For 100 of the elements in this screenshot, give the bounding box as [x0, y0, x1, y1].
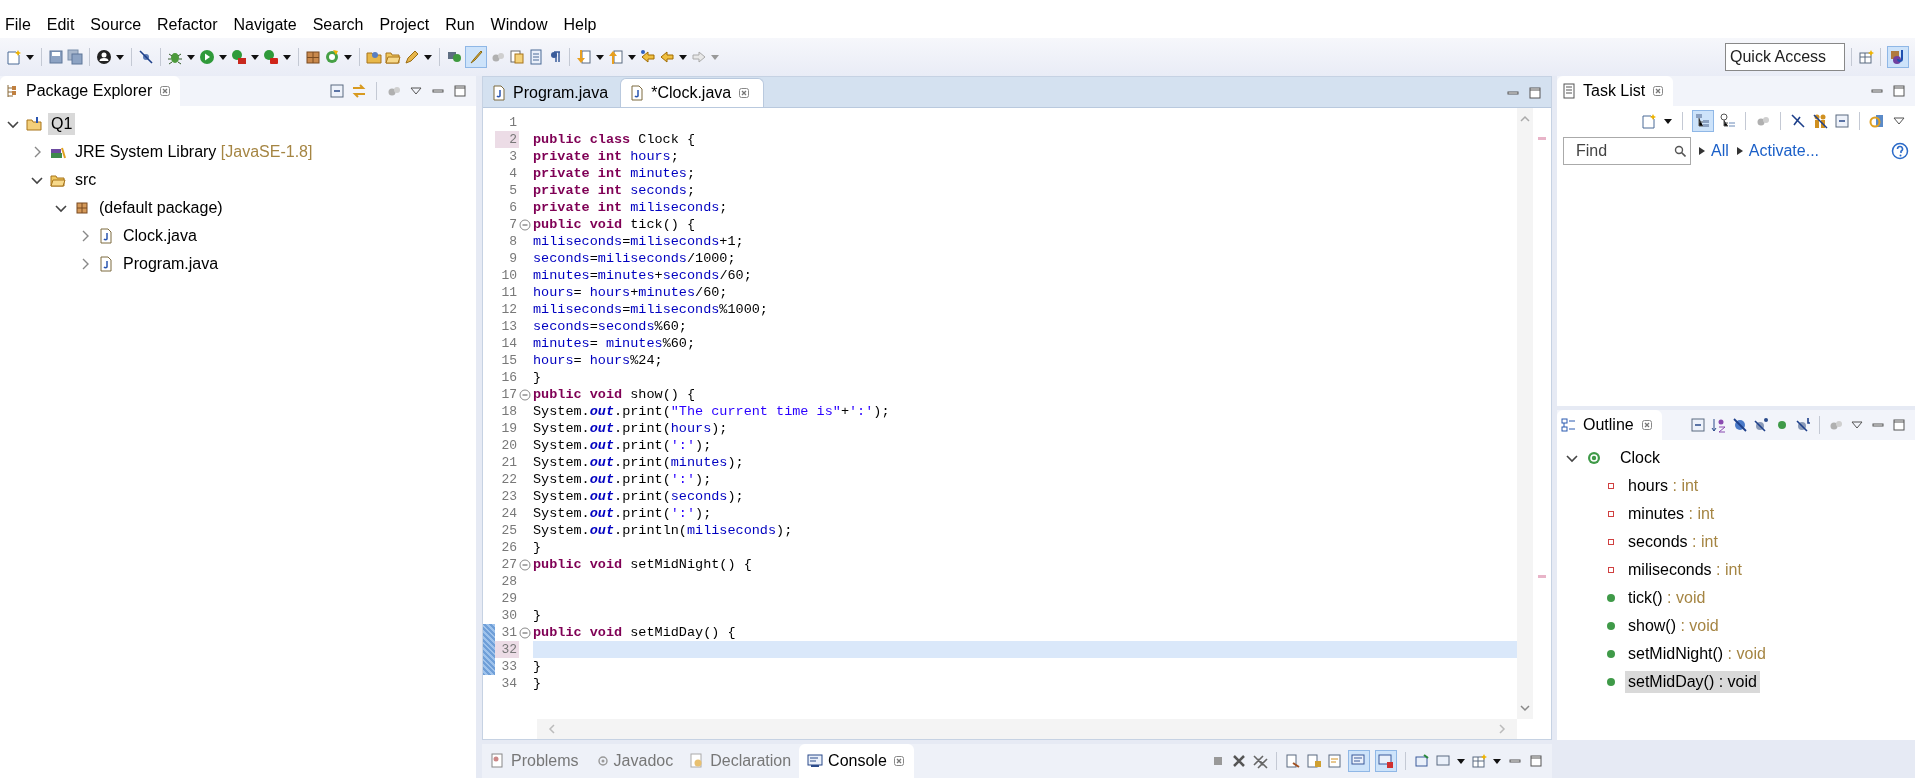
fold-icon[interactable]	[519, 626, 531, 639]
remove-all-icon[interactable]	[1252, 753, 1268, 769]
find-field[interactable]: Find	[1563, 137, 1691, 165]
tree-item[interactable]: Program.java	[120, 253, 222, 275]
line-number: 9	[508, 250, 518, 267]
outline-item[interactable]: show() : void	[1625, 615, 1722, 637]
close-icon[interactable]	[891, 754, 906, 768]
editor-tab[interactable]: Program.java	[483, 78, 621, 107]
outline-item[interactable]: setMidNight() : void	[1625, 643, 1769, 665]
maximize-icon[interactable]	[1891, 83, 1907, 99]
code-line: private int hours;	[533, 149, 679, 164]
sort-icon[interactable]	[1711, 417, 1727, 433]
tree-item[interactable]: src	[72, 169, 100, 191]
console-toggle-button[interactable]	[1348, 750, 1370, 772]
close-icon[interactable]	[1639, 418, 1654, 432]
code-line: System.out.print("The current time is"+':');	[533, 404, 890, 419]
panel-tab[interactable]: Problems	[482, 744, 587, 778]
outline-item[interactable]: seconds : int	[1625, 531, 1721, 553]
menu-item[interactable]: Help	[555, 16, 605, 34]
panel-tab[interactable]: Declaration	[681, 744, 800, 778]
class-icon	[1587, 451, 1601, 465]
close-icon[interactable]	[1651, 84, 1666, 98]
categorized-toggle-button[interactable]	[1692, 110, 1714, 132]
collapse-all-icon[interactable]	[329, 83, 345, 99]
tree-item[interactable]: Q1	[48, 113, 76, 135]
line-number: 23	[500, 488, 518, 505]
slashed-dot-icon[interactable]	[138, 49, 154, 65]
link-arrows-icon[interactable]	[351, 83, 367, 99]
outline-item[interactable]: tick() : void	[1625, 587, 1709, 609]
tree-item[interactable]: JRE System Library [JavaSE-1.8]	[72, 141, 316, 163]
panel-tab[interactable]: Javadoc	[586, 744, 682, 778]
outline-item[interactable]: hours : int	[1625, 475, 1702, 497]
quick-access-field[interactable]: Quick Access	[1725, 43, 1845, 71]
collapse-all-icon[interactable]	[1834, 113, 1850, 129]
console-toggle-button[interactable]	[1375, 750, 1397, 772]
package-icon[interactable]	[305, 49, 321, 65]
monitor-error-icon	[1378, 753, 1394, 769]
close-icon[interactable]	[737, 86, 752, 100]
vertical-scrollbar[interactable]	[1517, 108, 1533, 719]
save-all-icon[interactable]	[67, 49, 83, 65]
menu-item[interactable]: Refactor	[149, 16, 226, 34]
menu-item[interactable]: Search	[304, 16, 372, 34]
brush-toggle-button[interactable]	[465, 46, 487, 68]
maximize-icon[interactable]	[1527, 84, 1543, 101]
filter-link[interactable]: All	[1711, 142, 1729, 160]
people-icon[interactable]	[1812, 113, 1828, 129]
new-console-icon[interactable]	[1471, 753, 1487, 769]
menu-item[interactable]: Edit	[38, 16, 83, 34]
outline-item[interactable]: Clock	[1617, 447, 1663, 469]
outline-item[interactable]: miliseconds : int	[1625, 559, 1745, 581]
editor-tab[interactable]: *Clock.java	[620, 78, 765, 107]
overview-marker[interactable]	[1538, 136, 1546, 140]
pencil-icon[interactable]	[404, 49, 420, 65]
remove-icon[interactable]	[1231, 753, 1247, 769]
crossed-check-icon[interactable]	[1790, 113, 1806, 129]
open-perspective-icon[interactable]	[1858, 49, 1874, 65]
close-icon[interactable]	[158, 84, 173, 98]
menu-item[interactable]: Run	[437, 16, 483, 34]
maximize-icon[interactable]	[1528, 753, 1544, 769]
help-icon[interactable]	[1891, 142, 1909, 160]
maximize-icon[interactable]	[452, 83, 468, 99]
filter-link[interactable]: Activate...	[1748, 142, 1820, 160]
new-task-icon[interactable]	[1641, 113, 1657, 129]
hide-fields-icon[interactable]	[1732, 417, 1748, 433]
tree-item[interactable]: (default package)	[96, 197, 226, 219]
person-icon[interactable]	[96, 49, 112, 65]
outline-item[interactable]: setMidDay() : void	[1625, 671, 1760, 693]
panel-tab[interactable]: Console	[799, 744, 914, 778]
overview-marker[interactable]	[1538, 574, 1546, 578]
java-file-icon	[629, 85, 646, 101]
fold-icon[interactable]	[519, 218, 531, 231]
menu-item[interactable]: File	[0, 16, 39, 34]
fold-icon[interactable]	[519, 558, 531, 571]
code-line: miliseconds=miliseconds%1000;	[533, 302, 768, 317]
view-tab[interactable]: Task List	[1557, 76, 1674, 106]
line-number: 32	[495, 641, 519, 658]
menu-item[interactable]: Source	[82, 16, 150, 34]
folder-icon[interactable]	[366, 49, 382, 65]
maximize-icon[interactable]	[1891, 417, 1907, 433]
code-line: miliseconds=miliseconds+1;	[533, 234, 744, 249]
open-folder-icon[interactable]	[385, 49, 401, 65]
menu-item[interactable]: Project	[371, 16, 438, 34]
save-icon[interactable]	[48, 49, 64, 65]
fold-icon[interactable]	[519, 388, 531, 401]
run-icon[interactable]	[199, 49, 215, 65]
line-number: 21	[500, 454, 518, 471]
folder-icon	[26, 116, 42, 132]
tree-item[interactable]: Clock.java	[120, 225, 200, 247]
monitor-icon[interactable]	[1435, 753, 1451, 769]
collapse-all-icon[interactable]	[1690, 417, 1706, 433]
annotated-page-icon[interactable]	[509, 49, 525, 65]
view-tab[interactable]: Outline	[1557, 410, 1662, 440]
line-number: 18	[500, 403, 518, 420]
line-number: 4	[508, 165, 518, 182]
back-arrow-icon[interactable]	[640, 49, 656, 65]
menu-item[interactable]: Window	[482, 16, 556, 34]
menu-item[interactable]: Navigate	[225, 16, 305, 34]
view-tab[interactable]: Package Explorer	[0, 76, 181, 106]
outline-item[interactable]: minutes : int	[1625, 503, 1718, 525]
line-number: 31	[500, 624, 518, 641]
